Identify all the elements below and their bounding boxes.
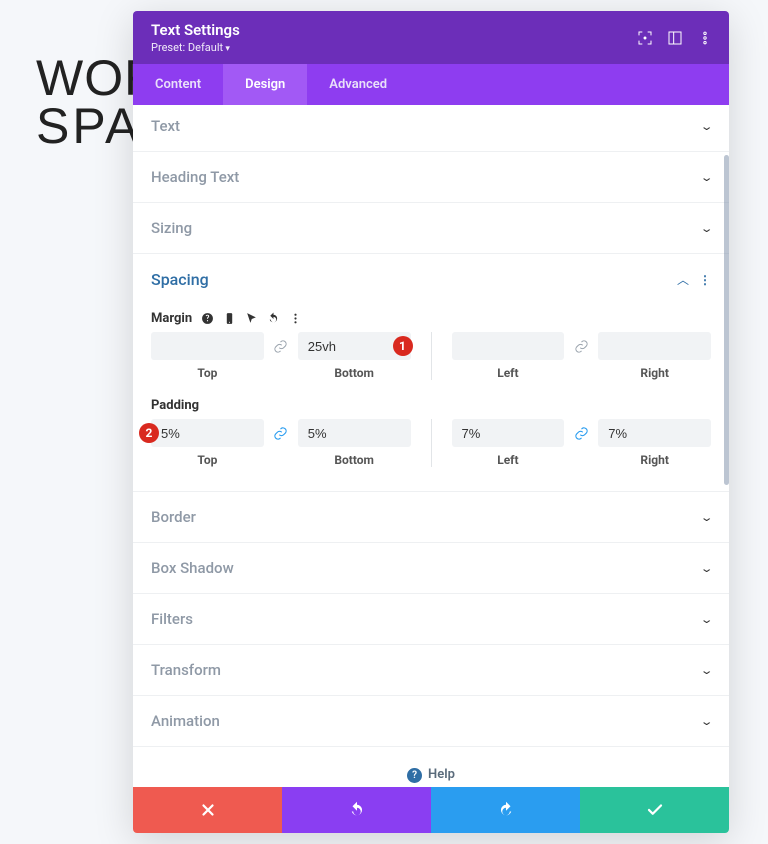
chevron-down-icon: ⌄: [699, 171, 713, 184]
undo-button[interactable]: [282, 787, 431, 833]
text-settings-modal: Text Settings Preset: Default Content De…: [133, 11, 729, 833]
padding-top-label: Top: [151, 453, 264, 467]
save-button[interactable]: [580, 787, 729, 833]
separator: [431, 332, 432, 380]
section-animation[interactable]: Animation ⌄: [133, 696, 729, 747]
chevron-down-icon: ⌄: [699, 613, 713, 626]
section-box-shadow-label: Box Shadow: [151, 559, 234, 577]
section-sizing-label: Sizing: [151, 219, 192, 237]
link-icon[interactable]: [572, 419, 590, 447]
modal-title: Text Settings: [151, 21, 240, 39]
link-icon[interactable]: [572, 332, 590, 360]
header-icons: [637, 30, 713, 46]
margin-top-input[interactable]: [151, 332, 264, 360]
section-border[interactable]: Border ⌄: [133, 492, 729, 543]
section-heading-text-label: Heading Text: [151, 168, 239, 186]
redo-button[interactable]: [431, 787, 580, 833]
padding-right-input[interactable]: [598, 419, 711, 447]
margin-left-label: Left: [452, 366, 565, 380]
section-transform-label: Transform: [151, 661, 221, 679]
margin-inputs: Top Bottom 1: [151, 332, 711, 380]
section-spacing: Spacing ︿ ⋮ Margin: [133, 254, 729, 492]
chevron-down-icon: ⌄: [699, 120, 713, 133]
padding-subhead: Padding: [151, 398, 711, 413]
section-more-icon[interactable]: ⋮: [699, 273, 711, 287]
separator: [431, 419, 432, 467]
padding-top-input[interactable]: [151, 419, 264, 447]
section-text[interactable]: Text ⌄: [133, 105, 729, 152]
spacing-label: Spacing: [151, 270, 209, 289]
padding-left-input[interactable]: [452, 419, 565, 447]
tab-content[interactable]: Content: [133, 64, 223, 105]
more-vert-icon[interactable]: [288, 312, 302, 326]
chevron-down-icon: ⌄: [699, 715, 713, 728]
chevron-down-icon: ⌄: [699, 562, 713, 575]
callout-1: 1: [393, 336, 413, 356]
section-box-shadow[interactable]: Box Shadow ⌄: [133, 543, 729, 594]
help-icon[interactable]: [200, 312, 214, 326]
section-sizing[interactable]: Sizing ⌄: [133, 203, 729, 254]
chevron-down-icon: ⌄: [699, 664, 713, 677]
padding-right-label: Right: [598, 453, 711, 467]
spacing-header[interactable]: Spacing ︿ ⋮: [151, 270, 711, 289]
help-text: Help: [428, 767, 455, 782]
more-vert-icon[interactable]: [697, 30, 713, 46]
modal-header: Text Settings Preset: Default: [133, 11, 729, 64]
tab-design[interactable]: Design: [223, 64, 307, 105]
padding-bottom-label: Bottom: [298, 453, 411, 467]
focus-icon[interactable]: [637, 30, 653, 46]
modal-footer: [133, 787, 729, 833]
padding-left-label: Left: [452, 453, 565, 467]
preset-dropdown[interactable]: Preset: Default: [151, 41, 240, 54]
link-icon[interactable]: [272, 332, 290, 360]
margin-bottom-label: Bottom: [298, 366, 411, 380]
padding-label: Padding: [151, 398, 199, 413]
chevron-down-icon: ⌄: [699, 511, 713, 524]
section-transform[interactable]: Transform ⌄: [133, 645, 729, 696]
cursor-icon[interactable]: [244, 312, 258, 326]
chevron-down-icon: ⌄: [699, 222, 713, 235]
margin-right-input[interactable]: [598, 332, 711, 360]
callout-2: 2: [139, 423, 159, 443]
layout-icon[interactable]: [667, 30, 683, 46]
link-icon[interactable]: [272, 419, 290, 447]
help-link[interactable]: ? Help: [133, 747, 729, 787]
scrollbar[interactable]: [724, 155, 729, 485]
cancel-button[interactable]: [133, 787, 282, 833]
reset-icon[interactable]: [266, 312, 280, 326]
modal-body: Text ⌄ Heading Text ⌄ Sizing ⌄ Spacing ︿…: [133, 105, 729, 787]
padding-inputs: 2 Top Bottom: [151, 419, 711, 467]
phone-icon[interactable]: [222, 312, 236, 326]
margin-subhead: Margin: [151, 311, 711, 326]
tab-advanced[interactable]: Advanced: [307, 64, 409, 105]
header-left: Text Settings Preset: Default: [151, 21, 240, 54]
padding-bottom-input[interactable]: [298, 419, 411, 447]
margin-label: Margin: [151, 311, 192, 326]
section-filters-label: Filters: [151, 610, 193, 628]
help-icon: ?: [407, 768, 422, 783]
section-animation-label: Animation: [151, 712, 220, 730]
margin-right-label: Right: [598, 366, 711, 380]
margin-left-input[interactable]: [452, 332, 565, 360]
section-border-label: Border: [151, 508, 196, 526]
section-heading-text[interactable]: Heading Text ⌄: [133, 152, 729, 203]
margin-top-label: Top: [151, 366, 264, 380]
chevron-up-icon[interactable]: ︿: [677, 271, 689, 288]
section-text-label: Text: [151, 117, 180, 135]
spacing-header-right: ︿ ⋮: [677, 271, 711, 288]
tabs: Content Design Advanced: [133, 64, 729, 105]
section-filters[interactable]: Filters ⌄: [133, 594, 729, 645]
